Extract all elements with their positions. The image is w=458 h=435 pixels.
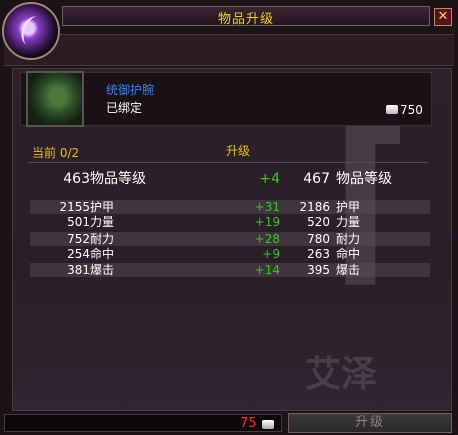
stat-name-new: 命中: [336, 247, 361, 261]
stat-new: 520: [307, 215, 330, 229]
upgrade-button[interactable]: 升级: [288, 413, 452, 433]
stat-delta: +9: [262, 247, 280, 261]
stat-name-new: 力量: [336, 215, 361, 229]
close-button[interactable]: ✕: [434, 8, 452, 26]
stat-current: 752: [67, 232, 90, 246]
rune-icon: [17, 13, 48, 49]
stat-delta: +31: [254, 200, 280, 214]
stat-current: 501: [67, 215, 90, 229]
item-level-delta: +4: [259, 171, 280, 187]
stat-current: 254: [67, 247, 90, 261]
stat-delta: +19: [254, 215, 280, 229]
stat-name: 力量: [90, 215, 115, 229]
stat-name-new: 爆击: [336, 263, 361, 277]
stat-current: 2155: [59, 200, 90, 214]
stat-name: 命中: [90, 247, 115, 261]
stat-name: 爆击: [90, 263, 115, 277]
item-level-new: 467: [303, 171, 330, 187]
stat-name-new: 耐力: [336, 232, 361, 246]
stat-name: 耐力: [90, 232, 115, 246]
stat-row: 501 力量 +19 520 力量: [30, 215, 430, 229]
stat-new: 780: [307, 232, 330, 246]
stat-name-new: 护甲: [336, 200, 361, 214]
currency-icon: [386, 105, 398, 114]
stat-row: 254 命中 +9 263 命中: [30, 247, 430, 261]
stat-delta: +28: [254, 232, 280, 246]
stat-row: 381 爆击 +14 395 爆击: [30, 263, 430, 277]
stat-row: 2155 护甲 +31 2186 护甲: [30, 200, 430, 214]
item-header-strip: [4, 34, 454, 66]
item-name[interactable]: 统御护腕: [106, 81, 154, 98]
upgrade-cost: 75: [240, 416, 257, 431]
stat-row: 752 耐力 +28 780 耐力: [30, 232, 430, 246]
stat-new: 2186: [299, 200, 330, 214]
window-title: 物品升级: [217, 12, 274, 27]
item-level-label-new: 物品等级: [336, 171, 392, 187]
item-level-label: 物品等级: [90, 171, 146, 187]
current-upgrade-label: 当前 0/2: [32, 146, 80, 160]
item-level-current: 463: [63, 171, 90, 187]
currency-icon: [262, 420, 274, 429]
close-icon: ✕: [437, 9, 449, 24]
stat-new: 263: [307, 247, 330, 261]
upgrade-column-label: 升级: [226, 144, 251, 158]
stat-new: 395: [307, 263, 330, 277]
title-bar[interactable]: 物品升级: [62, 6, 430, 27]
stat-name: 护甲: [90, 200, 115, 214]
stat-current: 381: [67, 263, 90, 277]
item-level-row: 463 物品等级 +4 467 物品等级: [30, 172, 430, 188]
item-binding: 已绑定: [106, 101, 143, 115]
bracer-icon[interactable]: [26, 71, 84, 127]
stat-delta: +14: [254, 263, 280, 277]
portrait-icon: [2, 2, 60, 60]
watermark-text: 艾泽: [305, 354, 378, 395]
item-upgrade-window: ⌈ 艾泽 物品升级 ✕ 统御护腕 已绑定 750 当前 0/2 升级 463 物…: [0, 0, 458, 435]
divider: [28, 162, 428, 163]
item-value: 750: [400, 103, 423, 117]
